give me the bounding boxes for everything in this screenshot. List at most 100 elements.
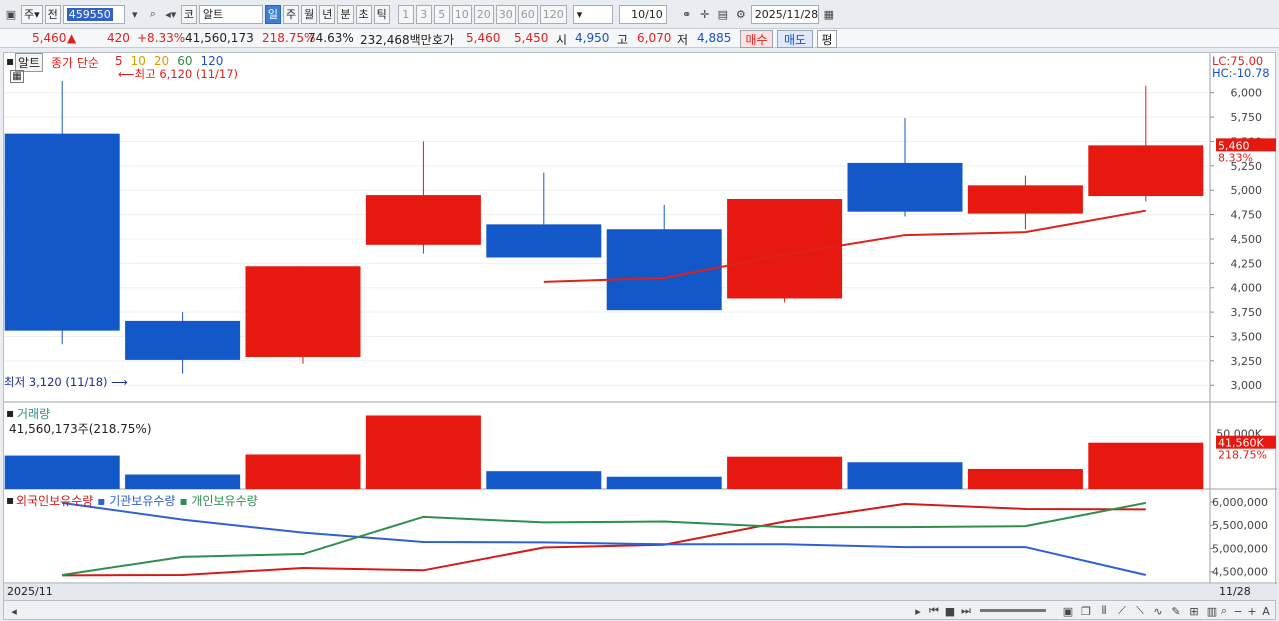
interval-tab[interactable]: 20	[473, 4, 494, 24]
holdings-legend: 외국인보유수량 ▪ 기관보유수량 ▪ 개인보유수량	[16, 492, 262, 509]
holdings-tick-label: 5,000,000	[1212, 542, 1268, 555]
binoculars-icon[interactable]: ⚭	[679, 6, 695, 22]
volume-bar	[365, 415, 481, 489]
stop-icon[interactable]: ■	[942, 603, 958, 619]
institution-holdings-line	[62, 501, 1147, 576]
speaker-icon[interactable]: ◂▾	[163, 6, 179, 22]
y-tick-label: 3,250	[1231, 355, 1263, 368]
y-tick-label: 5,750	[1231, 111, 1263, 124]
low-label: 저	[677, 33, 689, 47]
low-price: 4,885	[697, 31, 732, 45]
period-tab[interactable]: 초	[355, 4, 372, 24]
holdings-legend-item[interactable]: ▪ 개인보유수량	[179, 494, 257, 508]
volume-bar	[1088, 442, 1204, 489]
volume-bar	[245, 454, 361, 489]
period-tab[interactable]: 일	[264, 4, 282, 24]
forward-icon[interactable]: ⏭	[958, 603, 974, 619]
window-icon[interactable]: ▣	[3, 6, 19, 22]
interval-tab[interactable]: 60	[517, 4, 538, 24]
high-annotation: ⟵최고 6,120 (11/17)	[118, 67, 239, 81]
y-tick-label: 3,750	[1231, 306, 1263, 319]
grid-icon[interactable]: ⊞	[1186, 603, 1202, 619]
interval-tab[interactable]: 3	[415, 4, 432, 24]
volume-current-pct: 218.75%	[1218, 449, 1267, 462]
period-tab[interactable]: 분	[337, 4, 354, 24]
chart-area[interactable]: 3,000 3,250 3,500 3,750 4,000 4,250 4,500 4,750…	[3, 52, 1277, 600]
market-select[interactable]: 주 ▾	[21, 4, 43, 24]
stock-name-field[interactable]: 알트	[198, 4, 263, 24]
price-change: 420	[107, 31, 130, 45]
wave-icon[interactable]: ∿	[1150, 603, 1166, 619]
copy-icon[interactable]: ❐	[1078, 603, 1094, 619]
scroll-left-icon[interactable]: ◂	[6, 603, 22, 619]
save-icon[interactable]: ▤	[715, 6, 731, 22]
interval-tab[interactable]: 1	[397, 4, 414, 24]
y-tick-label: 3,500	[1231, 330, 1263, 343]
trend-up-icon[interactable]: ⟋	[1114, 603, 1130, 619]
ask-price: 5,460	[466, 31, 501, 45]
sell-button[interactable]: 매도	[777, 30, 813, 48]
current-price: 5,460	[32, 31, 67, 45]
crosshair-icon[interactable]: ✛	[697, 6, 713, 22]
period-tab[interactable]: 주	[283, 4, 300, 24]
holdings-legend-item[interactable]: 외국인보유수량	[16, 494, 93, 508]
count-input[interactable]: 10/10	[618, 4, 667, 24]
foreign-holdings-line	[62, 502, 1146, 577]
rewind-icon[interactable]: ⏮	[926, 603, 942, 619]
open-price: 4,950	[575, 31, 610, 45]
hc-label: HC:-10.78	[1212, 66, 1270, 80]
turnover-rate: 74.63%	[308, 31, 354, 45]
prefix-button[interactable]: 전	[44, 4, 61, 24]
buy-button[interactable]: 매수	[740, 30, 773, 48]
y-tick-label: 3,000	[1231, 379, 1263, 392]
interval-tab[interactable]: 5	[433, 4, 450, 24]
quote-bar: 5,460 ▲ 420 +8.33% 41,560,173 218.75% 74…	[0, 28, 1279, 48]
candle-body	[847, 162, 963, 212]
interval-tab[interactable]: 10	[451, 4, 472, 24]
high-label: 고	[617, 33, 629, 47]
y-tick-label: 4,750	[1231, 209, 1263, 222]
split-icon[interactable]: ⫴	[1096, 603, 1112, 619]
high-price: 6,070	[637, 31, 672, 45]
y-tick-label: 4,500	[1231, 233, 1263, 246]
gear-icon[interactable]: ⚙	[733, 6, 749, 22]
panel-menu-icon[interactable]: ▪	[6, 406, 14, 420]
zoom-slider[interactable]	[980, 609, 1046, 612]
search-icon[interactable]: ⌕	[145, 6, 161, 22]
trend-down-icon[interactable]: ⟍	[1132, 603, 1148, 619]
eval-button[interactable]: 평	[817, 30, 837, 48]
calendar-icon[interactable]: ▦	[821, 6, 837, 22]
chevron-down-icon[interactable]: ▾	[127, 6, 143, 22]
candle-body	[4, 133, 120, 331]
panel-menu-icon[interactable]: ▪	[6, 54, 14, 68]
interval-select[interactable]: ▾	[572, 4, 613, 24]
interval-tabs: 1 3 5 10 20 30 60 120	[397, 4, 569, 24]
volume-bar	[727, 456, 843, 489]
period-tab[interactable]: 년	[319, 4, 336, 24]
period-tab[interactable]: 틱	[373, 4, 390, 24]
y-tick-label: 4,000	[1231, 282, 1263, 295]
axis-end-date: 11/28	[1219, 585, 1251, 598]
layout-icon[interactable]: ▣	[1060, 603, 1076, 619]
volume-bar	[486, 471, 602, 489]
draw-icon[interactable]: ✎	[1168, 603, 1184, 619]
volume-value-text: 41,560,173주(218.75%)	[9, 422, 152, 436]
axis-start-date: 2025/11	[7, 585, 53, 598]
play-icon[interactable]: ▸	[910, 603, 926, 619]
code-input[interactable]: 459550	[62, 4, 125, 24]
period-tabs: 일주월년분초틱	[264, 4, 392, 24]
candle-body	[1088, 145, 1204, 197]
high-note-text: 최고 6,120 (11/17)	[134, 67, 239, 81]
holdings-legend-item[interactable]: ▪ 기관보유수량	[97, 494, 175, 508]
current-pct-text: 8.33%	[1218, 151, 1253, 164]
date-input[interactable]: 2025/11/28	[750, 4, 819, 24]
panel-menu-icon[interactable]: ▪	[6, 493, 14, 507]
interval-tab[interactable]: 30	[495, 4, 516, 24]
period-tab[interactable]: 월	[301, 4, 318, 24]
interval-tab[interactable]: 120	[539, 4, 567, 24]
candle-body	[967, 185, 1083, 214]
text-size-icon[interactable]: A	[1258, 603, 1274, 619]
ma-indicator-title[interactable]: 종가 단순	[51, 54, 99, 71]
calculator-icon[interactable]: ▦	[10, 70, 24, 83]
chart-window: ▣ 주 ▾ 전 459550 ▾ ⌕ ◂▾ 코 알트 일주월년분초틱 1 3 5 10 2…	[0, 0, 1279, 621]
